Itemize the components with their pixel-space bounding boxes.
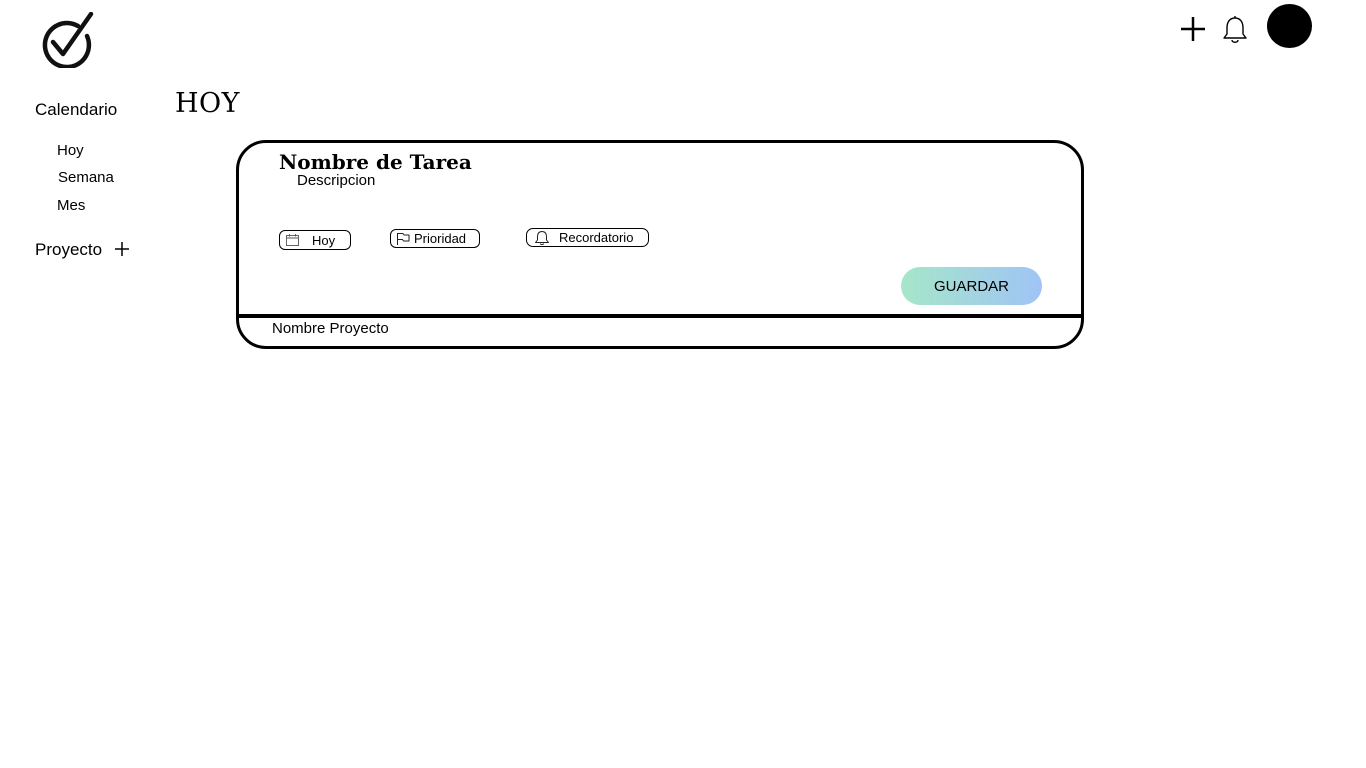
sidebar-calendar-heading[interactable]: Calendario	[35, 100, 117, 120]
bell-icon	[535, 231, 549, 245]
sidebar-item-today[interactable]: Hoy	[57, 142, 84, 159]
task-name-input[interactable]: Nombre de Tarea	[279, 150, 472, 174]
bell-icon	[1223, 16, 1247, 43]
reminder-chip[interactable]: Recordatorio	[526, 228, 649, 247]
add-task-button[interactable]	[1178, 14, 1208, 44]
user-avatar[interactable]	[1267, 4, 1312, 48]
add-project-button[interactable]	[113, 240, 131, 258]
priority-label: Prioridad	[414, 231, 467, 246]
task-form-body: Nombre de Tarea Descripcion Hoy Priorida…	[239, 143, 1081, 318]
save-button[interactable]: GUARDAR	[901, 267, 1042, 305]
priority-chip[interactable]: Prioridad	[390, 229, 480, 248]
project-selector[interactable]: Nombre Proyecto	[272, 320, 389, 337]
page-title: HOY	[175, 88, 241, 119]
sidebar-item-month[interactable]: Mes	[57, 197, 85, 214]
task-form-card: Nombre de Tarea Descripcion Hoy Priorida…	[236, 140, 1084, 349]
task-description-input[interactable]: Descripcion	[297, 172, 375, 189]
notifications-button[interactable]	[1221, 15, 1249, 45]
flag-icon	[397, 233, 410, 245]
plus-icon	[1181, 17, 1205, 41]
reminder-label: Recordatorio	[559, 230, 634, 245]
sidebar-item-week[interactable]: Semana	[58, 169, 114, 186]
check-circle-icon[interactable]	[38, 11, 96, 70]
due-date-label: Hoy	[312, 232, 336, 248]
calendar-icon	[286, 234, 299, 246]
sidebar-project-heading[interactable]: Proyecto	[35, 240, 102, 260]
plus-icon	[115, 242, 129, 256]
due-date-chip[interactable]: Hoy	[279, 230, 351, 250]
